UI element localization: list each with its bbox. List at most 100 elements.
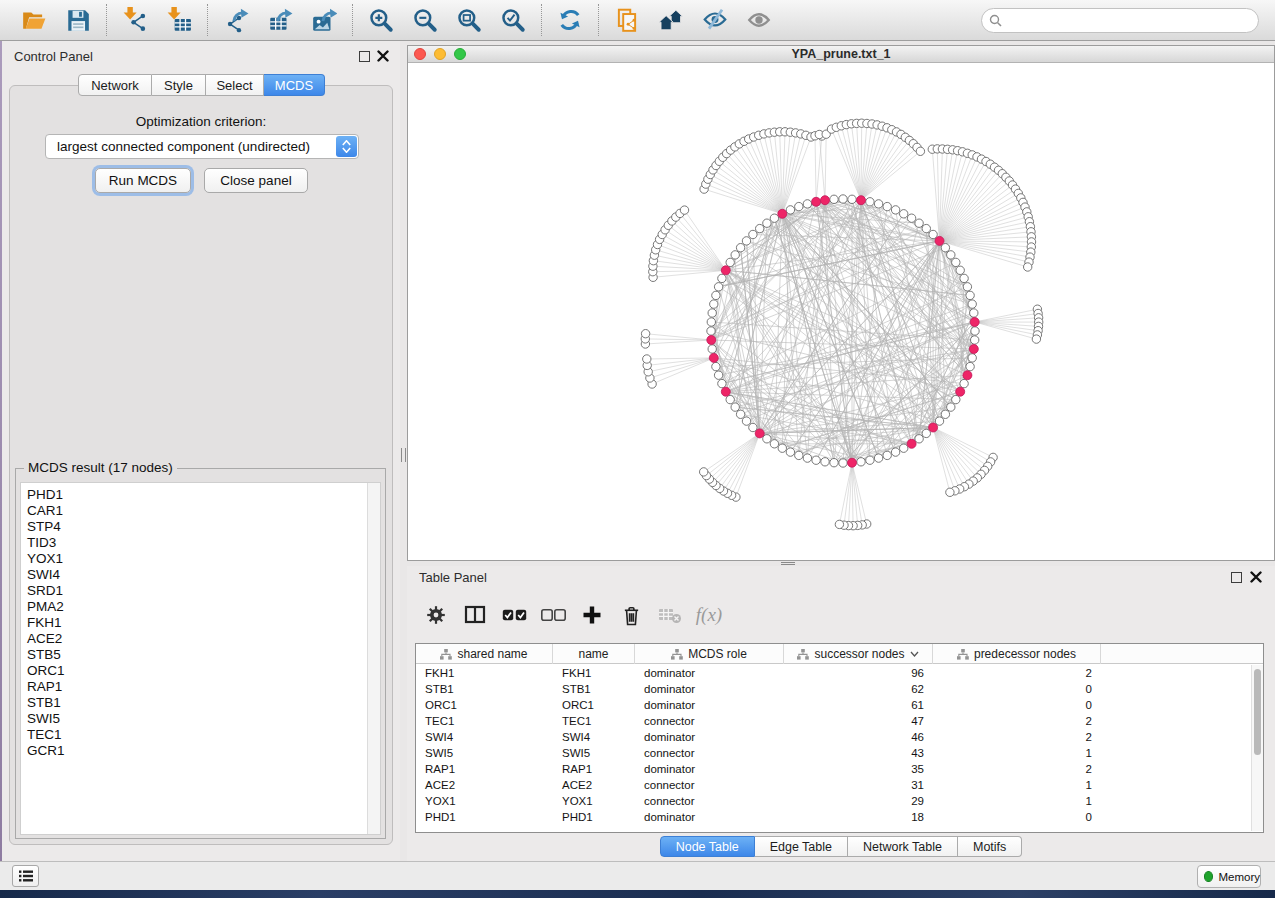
refresh-view-button[interactable] <box>556 6 584 34</box>
export-table-button[interactable] <box>266 6 294 34</box>
graph-node[interactable] <box>946 488 954 496</box>
mcds-result-item[interactable]: RAP1 <box>21 679 380 695</box>
graph-hub-node[interactable] <box>857 196 866 205</box>
column-header-name[interactable]: name <box>553 644 635 664</box>
task-history-button[interactable] <box>12 865 39 887</box>
graph-node[interactable] <box>915 219 923 227</box>
zoom-out-button[interactable] <box>411 6 439 34</box>
graph-node[interactable] <box>866 456 874 464</box>
open-session-button[interactable] <box>20 6 48 34</box>
graph-node[interactable] <box>680 206 688 214</box>
table-row[interactable]: FKH1FKH1dominator962 <box>416 665 1251 681</box>
float-panel-icon[interactable] <box>1231 572 1242 583</box>
mcds-result-item[interactable]: PHD1 <box>21 487 380 503</box>
close-panel-button[interactable]: Close panel <box>204 168 308 193</box>
graph-node[interactable] <box>915 435 923 443</box>
tab-edge-table[interactable]: Edge Table <box>755 836 848 857</box>
graph-node[interactable] <box>778 444 786 452</box>
graph-hub-node[interactable] <box>778 209 787 218</box>
float-panel-icon[interactable] <box>359 51 370 62</box>
import-table-button[interactable] <box>165 6 193 34</box>
table-row[interactable]: RAP1RAP1dominator352 <box>416 761 1251 777</box>
result-list-scrollbar[interactable] <box>367 483 380 834</box>
memory-button[interactable]: Memory <box>1197 865 1261 888</box>
graph-hub-node[interactable] <box>812 197 821 206</box>
graph-node[interactable] <box>947 403 955 411</box>
tab-motifs[interactable]: Motifs <box>958 836 1022 857</box>
mcds-result-item[interactable]: FKH1 <box>21 615 380 631</box>
graph-node[interactable] <box>707 327 715 335</box>
table-row[interactable]: ORC1ORC1dominator610 <box>416 697 1251 713</box>
graph-hub-node[interactable] <box>907 439 916 448</box>
optimization-criterion-dropdown[interactable]: largest connected component (undirected) <box>45 134 359 159</box>
graph-node[interactable] <box>714 283 722 291</box>
mcds-result-item[interactable]: GCR1 <box>21 743 380 759</box>
graph-node[interactable] <box>1024 263 1032 271</box>
graph-node[interactable] <box>712 291 720 299</box>
network-canvas[interactable] <box>408 63 1274 560</box>
graph-node[interactable] <box>916 147 924 155</box>
tab-network-table[interactable]: Network Table <box>848 836 958 857</box>
delete-column-button[interactable] <box>616 600 646 630</box>
graph-node[interactable] <box>726 258 734 266</box>
graph-hub-node[interactable] <box>956 387 965 396</box>
column-header-successor-nodes[interactable]: successor nodes <box>784 644 933 664</box>
graph-node[interactable] <box>821 458 829 466</box>
mcds-result-item[interactable]: YOX1 <box>21 551 380 567</box>
tab-style[interactable]: Style <box>152 74 206 96</box>
zoom-selected-button[interactable] <box>499 6 527 34</box>
graph-node[interactable] <box>883 451 891 459</box>
graph-node[interactable] <box>803 454 811 462</box>
graph-node[interactable] <box>874 200 882 208</box>
graph-node[interactable] <box>891 206 899 214</box>
mcds-result-item[interactable]: TID3 <box>21 535 380 551</box>
export-network-button[interactable] <box>222 6 250 34</box>
graph-hub-node[interactable] <box>721 266 730 275</box>
graph-hub-node[interactable] <box>709 353 718 362</box>
graph-node[interactable] <box>874 454 882 462</box>
graph-node[interactable] <box>643 355 651 363</box>
function-builder-button[interactable]: f(x) <box>694 600 724 630</box>
graph-hub-node[interactable] <box>848 458 857 467</box>
clone-network-button[interactable] <box>613 6 641 34</box>
graph-node[interactable] <box>736 410 744 418</box>
mcds-result-item[interactable]: TEC1 <box>21 727 380 743</box>
graph-node[interactable] <box>970 309 978 317</box>
search-box[interactable] <box>981 8 1259 33</box>
add-column-button[interactable] <box>577 600 607 630</box>
graph-node[interactable] <box>956 266 964 274</box>
mcds-result-item[interactable]: ACE2 <box>21 631 380 647</box>
graph-node[interactable] <box>749 230 757 238</box>
mcds-result-item[interactable]: STP4 <box>21 519 380 535</box>
graph-node[interactable] <box>641 330 649 338</box>
graph-hub-node[interactable] <box>707 336 716 345</box>
graph-node[interactable] <box>891 448 899 456</box>
graph-node[interactable] <box>848 195 856 203</box>
graph-node[interactable] <box>712 362 720 370</box>
graph-node[interactable] <box>907 214 915 222</box>
graph-node[interactable] <box>830 459 838 467</box>
select-all-button[interactable] <box>499 600 529 630</box>
mcds-result-item[interactable]: SWI5 <box>21 711 380 727</box>
graph-node[interactable] <box>786 448 794 456</box>
graph-node[interactable] <box>971 336 979 344</box>
mcds-result-item[interactable]: STB5 <box>21 647 380 663</box>
close-panel-icon[interactable] <box>1250 571 1262 583</box>
graph-hub-node[interactable] <box>963 371 972 380</box>
mcds-result-item[interactable]: SRD1 <box>21 583 380 599</box>
graph-node[interactable] <box>786 206 794 214</box>
show-columns-button[interactable] <box>460 600 490 630</box>
column-header-shared-name[interactable]: shared name <box>416 644 553 664</box>
graph-node[interactable] <box>866 198 874 206</box>
import-network-button[interactable] <box>121 6 149 34</box>
graph-hub-node[interactable] <box>970 318 979 327</box>
save-session-button[interactable] <box>64 6 92 34</box>
graph-node[interactable] <box>707 318 715 326</box>
mcds-result-item[interactable]: STB1 <box>21 695 380 711</box>
graph-node[interactable] <box>736 244 744 252</box>
mcds-result-item[interactable]: PMA2 <box>21 599 380 615</box>
graph-node[interactable] <box>900 210 908 218</box>
graph-hub-node[interactable] <box>969 345 978 354</box>
graph-hub-node[interactable] <box>929 423 938 432</box>
table-row[interactable]: YOX1YOX1connector291 <box>416 793 1251 809</box>
